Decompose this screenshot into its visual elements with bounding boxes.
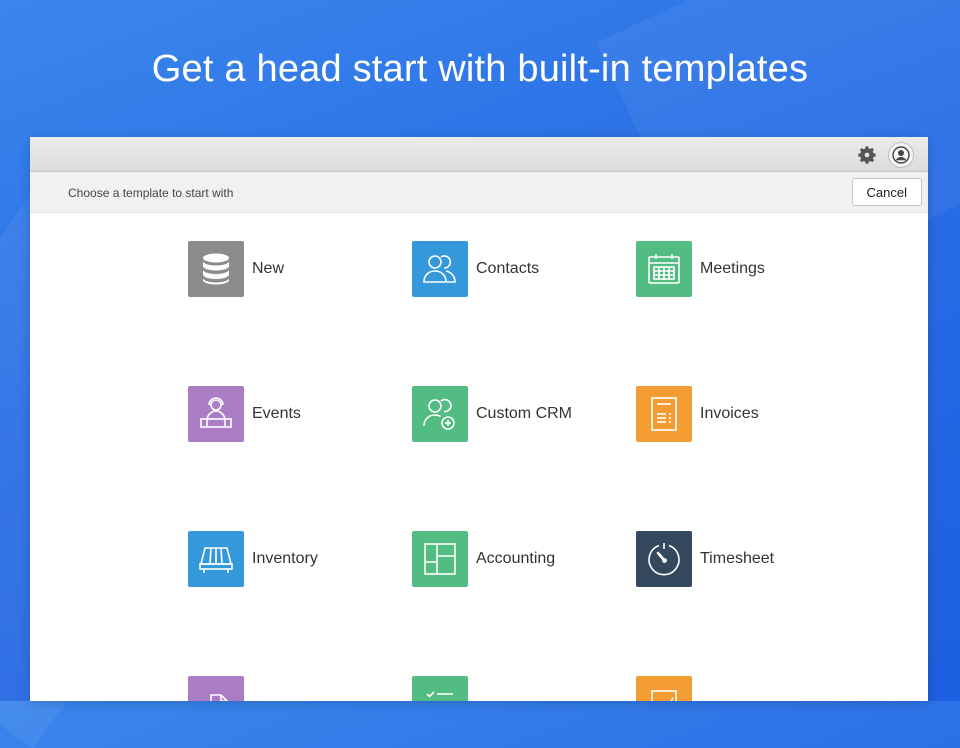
user-icon (892, 146, 910, 164)
template-checklist[interactable] (412, 676, 636, 701)
template-icon-box (412, 676, 468, 701)
tag-icon (210, 694, 228, 701)
template-chart[interactable] (636, 676, 860, 701)
template-invoices[interactable]: Invoices (636, 386, 860, 442)
template-prompt: Choose a template to start with (68, 186, 234, 200)
template-icon-box (636, 241, 692, 297)
template-label: Custom CRM (476, 405, 573, 422)
checklist-icon (426, 691, 453, 698)
template-icon-box (188, 386, 244, 442)
template-icon-box (412, 386, 468, 442)
template-icon-box (636, 386, 692, 442)
template-icon-box (412, 241, 468, 297)
events-icon (200, 397, 232, 428)
template-label: Timesheet (700, 550, 775, 567)
template-inventory[interactable]: Inventory (188, 531, 412, 587)
template-events[interactable]: Events (188, 386, 412, 442)
template-icon-box (636, 531, 692, 587)
app-window: Choose a template to start with Cancel N… (30, 137, 928, 701)
user-avatar-button[interactable] (888, 142, 914, 168)
template-timesheet[interactable]: Timesheet (636, 531, 860, 587)
template-label: Accounting (476, 550, 556, 567)
cancel-button[interactable]: Cancel (851, 178, 922, 206)
template-tag[interactable] (188, 676, 412, 701)
template-label: New (252, 260, 285, 277)
template-meetings[interactable]: Meetings (636, 241, 860, 297)
template-icon-box (188, 241, 244, 297)
pallet-icon (199, 547, 233, 573)
contacts-icon (423, 255, 456, 283)
template-accounting[interactable]: Accounting (412, 531, 636, 587)
template-icon-box (636, 676, 692, 701)
template-label: Events (252, 405, 301, 422)
toolbar-icons (856, 142, 914, 168)
template-icon-box (412, 531, 468, 587)
template-label: Inventory (252, 550, 318, 567)
add-contact-icon (423, 398, 455, 430)
template-label: Invoices (700, 405, 759, 422)
gear-icon[interactable] (856, 144, 878, 166)
template-bar: Choose a template to start with Cancel (30, 172, 928, 213)
template-new[interactable]: New (188, 241, 412, 297)
template-label: Contacts (476, 260, 540, 277)
template-grid: New Contacts Meetings Events Custom CRM … (188, 241, 868, 701)
calendar-icon (648, 254, 680, 284)
title-bar (30, 137, 928, 172)
invoice-icon (651, 397, 677, 431)
template-contacts[interactable]: Contacts (412, 241, 636, 297)
template-icon-box (188, 531, 244, 587)
timer-icon (648, 543, 680, 576)
headline: Get a head start with built-in templates (151, 48, 809, 90)
template-icon-box (188, 676, 244, 701)
template-custom-crm[interactable]: Custom CRM (412, 386, 636, 442)
ledger-icon (424, 543, 456, 575)
template-label: Meetings (700, 260, 765, 277)
chart-icon (651, 690, 677, 701)
database-icon (203, 253, 229, 285)
